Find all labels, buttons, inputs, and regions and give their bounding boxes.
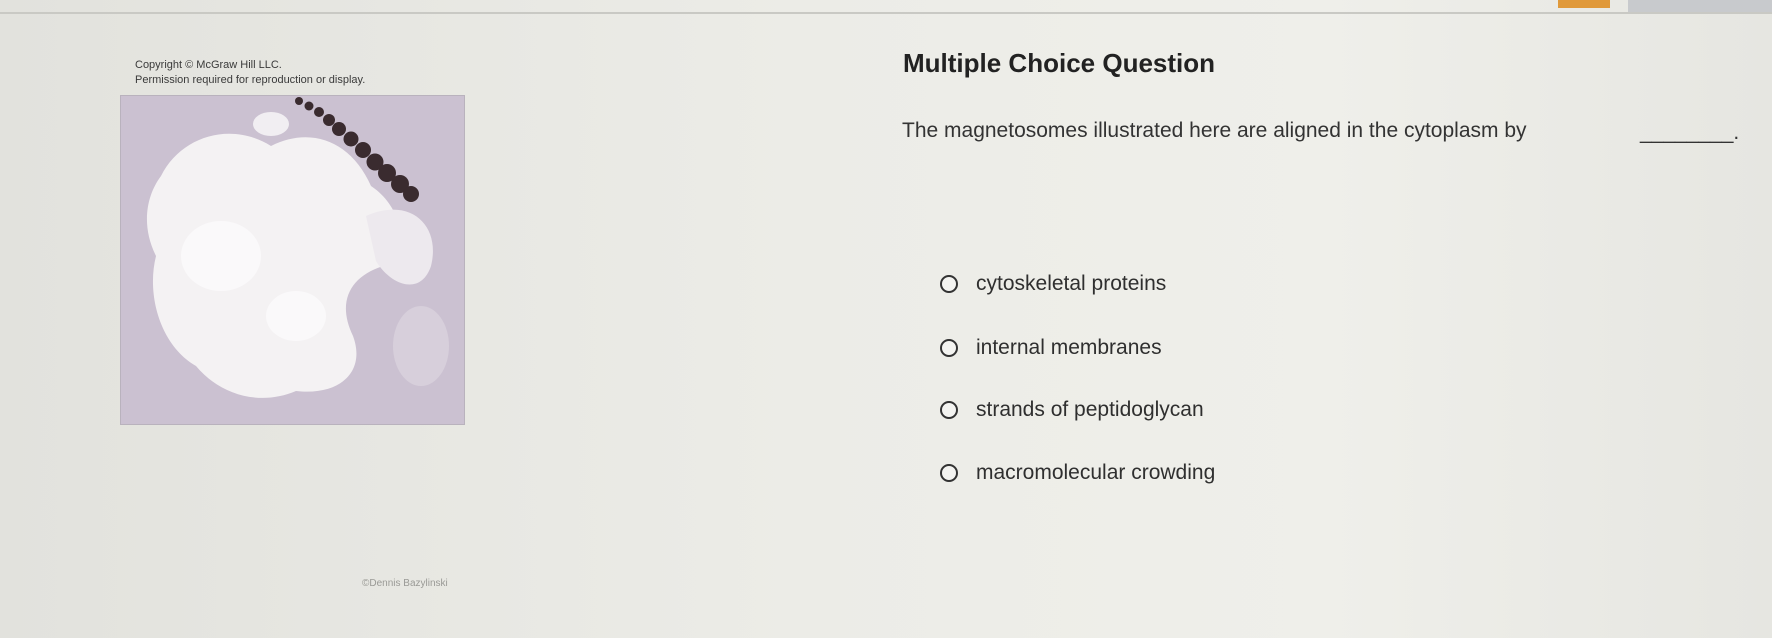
micrograph-image [121, 96, 464, 424]
radio-button[interactable] [940, 339, 958, 357]
answer-blank: ________. [1640, 121, 1740, 144]
radio-button[interactable] [940, 275, 958, 293]
option-cytoskeletal-proteins[interactable]: cytoskeletal proteins [940, 272, 1166, 296]
option-label: internal membranes [976, 336, 1162, 359]
photo-credit: ©Dennis Bazylinski [362, 578, 448, 589]
top-gray-bar [1628, 0, 1772, 12]
option-label: macromolecular crowding [976, 461, 1216, 484]
radio-button[interactable] [940, 401, 958, 419]
option-internal-membranes[interactable]: internal membranes [940, 336, 1162, 360]
copyright-notice: Copyright © McGraw Hill LLC. Permission … [135, 58, 365, 88]
top-divider [0, 12, 1772, 14]
permission-line: Permission required for reproduction or … [135, 74, 366, 86]
option-label: cytoskeletal proteins [976, 272, 1167, 295]
top-accent-bar [1558, 0, 1610, 8]
option-macromolecular-crowding[interactable]: macromolecular crowding [940, 461, 1215, 485]
magnetosome-micrograph [120, 95, 465, 425]
question-stem: The magnetosomes illustrated here are al… [902, 119, 1527, 142]
option-label: strands of peptidoglycan [976, 398, 1204, 421]
radio-button[interactable] [940, 464, 958, 482]
question-type-title: Multiple Choice Question [903, 48, 1216, 78]
copyright-line: Copyright © McGraw Hill LLC. [135, 59, 282, 71]
option-strands-of-peptidoglycan[interactable]: strands of peptidoglycan [940, 398, 1204, 422]
